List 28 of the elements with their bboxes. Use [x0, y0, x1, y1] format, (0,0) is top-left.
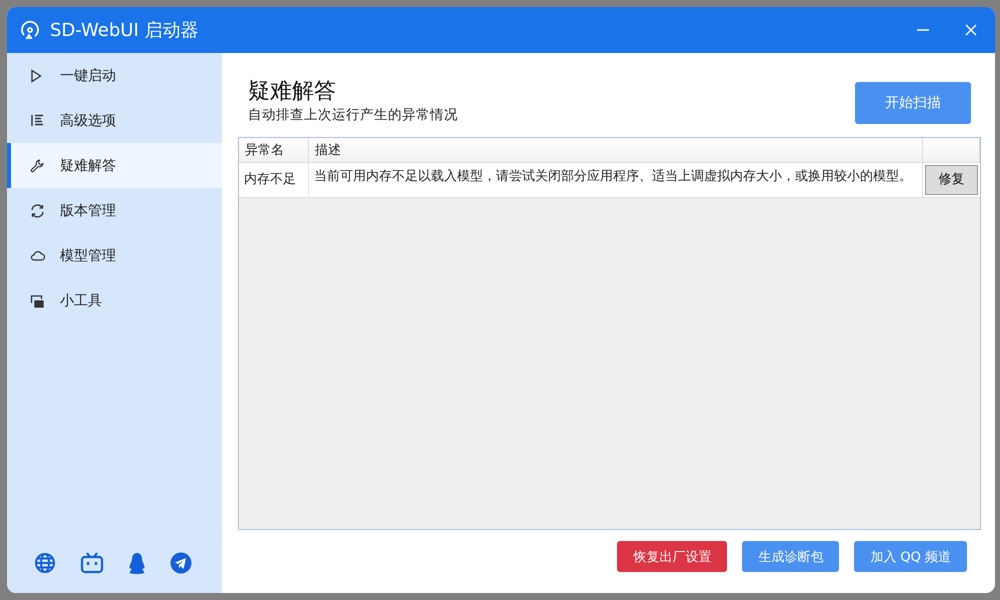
- table-cell: 内存不足: [239, 163, 309, 197]
- sidebar-item[interactable]: 小工具: [7, 278, 222, 323]
- table-cell: 当前可用内存不足以载入模型，请尝试关闭部分应用程序、适当上调虚拟内存大小，或换用较小的模型。: [309, 163, 923, 197]
- tv-icon[interactable]: [80, 552, 104, 574]
- sidebar-item[interactable]: 疑难解答: [7, 143, 222, 188]
- toolbox-icon: [30, 294, 44, 308]
- logo-icon: [20, 20, 40, 40]
- column-header: 异常名: [239, 138, 309, 162]
- sidebar-item[interactable]: 高级选项: [7, 98, 222, 143]
- refresh-icon: [30, 204, 45, 218]
- penguin-icon[interactable]: [128, 552, 146, 574]
- minimize-icon: [917, 29, 929, 31]
- sidebar-item[interactable]: 一键启动: [7, 53, 222, 98]
- play-icon: [30, 68, 42, 82]
- list-icon: [30, 114, 44, 127]
- fix-button[interactable]: 修复: [925, 165, 978, 195]
- action-button[interactable]: 恢复出厂设置: [617, 541, 728, 572]
- column-header: 描述: [309, 138, 923, 162]
- send-icon[interactable]: [170, 552, 192, 574]
- globe-icon[interactable]: [34, 552, 56, 574]
- close-icon: [965, 24, 977, 36]
- window-title: SD-WebUI 启动器: [50, 19, 200, 42]
- page-title: 疑难解答: [248, 78, 337, 106]
- page-subtitle: 自动排查上次运行产生的异常情况: [248, 106, 458, 124]
- wrench-icon: [30, 158, 44, 172]
- sidebar-item[interactable]: 模型管理: [7, 233, 222, 278]
- cloud-icon: [30, 250, 45, 261]
- sidebar-item[interactable]: 版本管理: [7, 188, 222, 233]
